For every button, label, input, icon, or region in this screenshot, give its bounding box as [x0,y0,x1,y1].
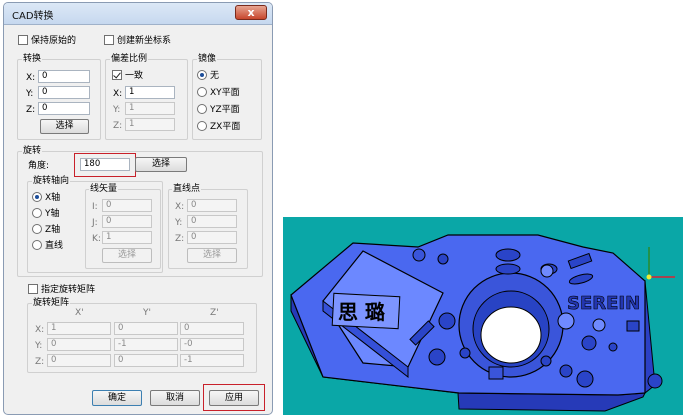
convert-y-input[interactable]: 0 [38,86,90,99]
mirror-zx-label: ZX平面 [210,122,241,132]
keep-original-label: 保持原始的 [31,36,77,46]
matrix-col-y: Y' [143,308,151,318]
specify-matrix-label: 指定旋转矩阵 [41,285,96,295]
point-z-input[interactable]: 0 [187,231,237,244]
point-y-label: Y: [175,218,183,228]
vector-group-title: 线矢量 [89,184,119,194]
close-icon: x [247,6,255,19]
axis-group-title: 旋转轴向 [32,176,71,186]
matrix-row-z: Z: [35,357,45,367]
matrix-group-title: 旋转矩阵 [32,298,71,308]
angle-select-button[interactable]: 选择 [135,157,187,172]
engraving-cn: 思 璐 [338,300,385,324]
matrix-cell[interactable]: -1 [180,354,244,367]
vector-j-input[interactable]: 0 [102,215,152,228]
matrix-col-x: X' [75,308,84,318]
axis-line-radio[interactable] [32,240,42,250]
vector-i-label: I: [92,202,98,212]
axis-z-label: Z轴 [45,225,61,235]
convert-y-label: Y: [26,89,34,99]
cad-viewport[interactable]: 思 璐 SEREIN [283,217,683,415]
matrix-col-z: Z' [210,308,219,318]
axis-triad-icon [646,247,675,280]
axis-z-radio[interactable] [32,224,42,234]
axis-x-radio[interactable] [32,192,42,202]
axis-x-label: X轴 [45,193,61,203]
convert-x-label: X: [26,73,36,83]
vector-i-input[interactable]: 0 [102,199,152,212]
part-model: 思 璐 SEREIN [290,234,675,412]
mirror-yz-radio[interactable] [197,104,207,114]
point-x-label: X: [175,202,185,212]
matrix-cell[interactable]: -0 [180,338,244,351]
mirror-yz-label: YZ平面 [210,105,240,115]
vector-k-input[interactable]: 1 [102,231,152,244]
point-group-title: 直线点 [172,184,202,194]
ok-button[interactable]: 确定 [92,390,142,406]
cad-convert-dialog: CAD转换 x 保持原始的 创建新坐标系 转换 X: 0 Y: 0 Z: 0 选… [3,2,273,415]
scale-x-label: X: [113,89,123,99]
mirror-zx-radio[interactable] [197,121,207,131]
keep-original-checkbox[interactable] [18,35,28,45]
uniform-checkbox[interactable] [112,70,122,80]
vector-j-label: J: [92,218,98,228]
scale-x-input[interactable]: 1 [125,86,175,99]
specify-matrix-checkbox[interactable] [28,284,38,294]
point-select-button[interactable]: 选择 [187,248,237,263]
close-button[interactable]: x [235,5,267,20]
create-new-cs-label: 创建新坐标系 [117,36,172,46]
matrix-cell[interactable]: 0 [114,322,178,335]
matrix-row-y: Y: [35,341,43,351]
angle-highlight [74,153,136,177]
scale-y-label: Y: [113,105,121,115]
matrix-cell[interactable]: 0 [114,354,178,367]
scale-z-input[interactable]: 1 [125,118,175,131]
vector-k-label: K: [92,234,101,244]
mirror-none-radio[interactable] [197,70,207,80]
create-new-cs-checkbox[interactable] [104,35,114,45]
axis-y-radio[interactable] [32,208,42,218]
convert-select-button[interactable]: 选择 [40,119,89,134]
scale-y-input[interactable]: 1 [125,102,175,115]
matrix-cell[interactable]: 0 [180,322,244,335]
convert-group-title: 转换 [22,54,43,64]
dialog-title: CAD转换 [12,11,54,22]
matrix-cell[interactable]: 0 [47,354,111,367]
vector-select-button[interactable]: 选择 [102,248,152,263]
convert-z-label: Z: [26,105,36,115]
convert-z-input[interactable]: 0 [38,102,90,115]
matrix-cell[interactable]: 1 [47,322,111,335]
matrix-row-x: X: [35,325,45,335]
matrix-cell[interactable]: -1 [114,338,178,351]
cancel-button[interactable]: 取消 [150,390,200,406]
point-y-input[interactable]: 0 [187,215,237,228]
engraving-en: SEREIN [567,293,640,314]
title-bar: CAD转换 x [4,3,272,25]
uniform-label: 一致 [125,71,144,81]
mirror-xy-radio[interactable] [197,87,207,97]
point-x-input[interactable]: 0 [187,199,237,212]
angle-label: 角度: [28,161,50,171]
apply-highlight [203,384,265,411]
mirror-none-label: 无 [210,71,220,81]
mirror-group-title: 镜像 [197,54,218,64]
convert-x-input[interactable]: 0 [38,70,90,83]
point-z-label: Z: [175,234,185,244]
axis-y-label: Y轴 [45,209,60,219]
rotate-group-title: 旋转 [22,146,43,156]
mirror-xy-label: XY平面 [210,88,240,98]
scale-z-label: Z: [113,121,123,131]
scale-group-title: 偏差比例 [110,54,149,64]
matrix-cell[interactable]: 0 [47,338,111,351]
axis-line-label: 直线 [45,241,64,251]
